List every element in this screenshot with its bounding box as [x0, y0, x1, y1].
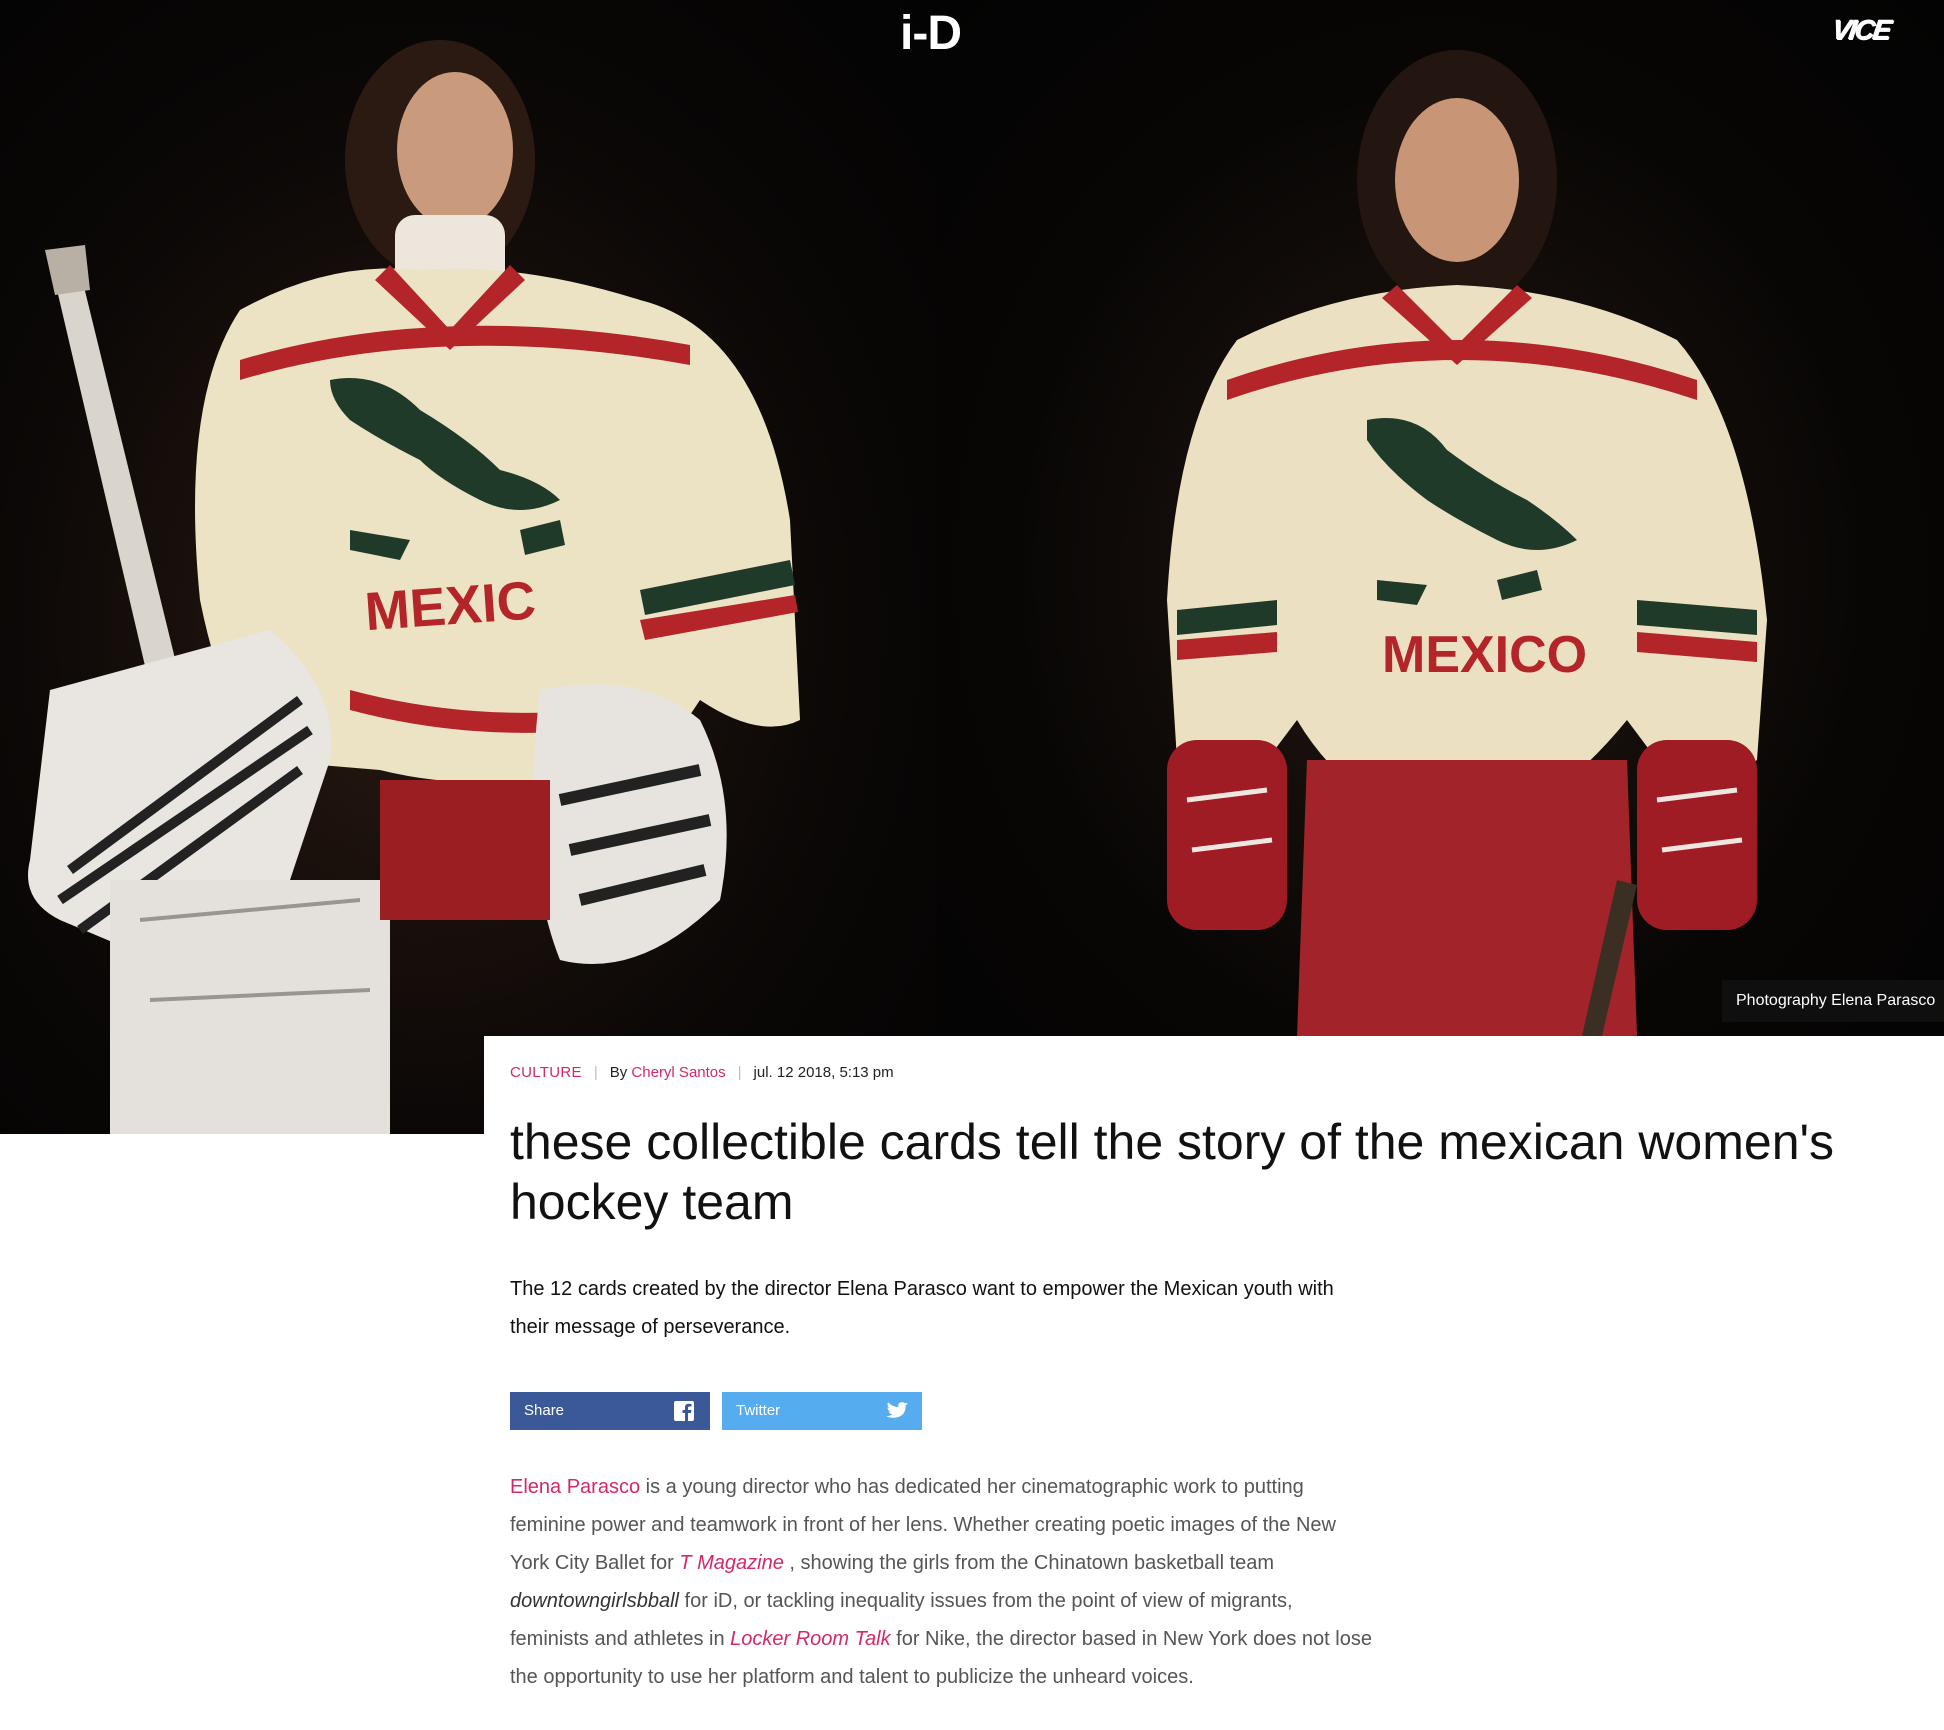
- article-dek: The 12 cards created by the director Ele…: [510, 1278, 1334, 1338]
- facebook-icon: [674, 1401, 694, 1421]
- category-link[interactable]: CULTURE: [510, 1064, 582, 1081]
- article-meta: CULTURE | By Cheryl Santos | jul. 12 2018, 5…: [510, 1064, 894, 1081]
- twitter-share-button[interactable]: Twitter: [722, 1392, 922, 1430]
- author-link[interactable]: Cheryl Santos: [631, 1064, 725, 1081]
- article-headline: these collectible cards tell the story o…: [510, 1114, 1835, 1230]
- downtowngirlsbball-text: downtowngirlsbball: [510, 1590, 679, 1612]
- meta-divider: |: [737, 1064, 742, 1081]
- twitter-icon: [886, 1402, 908, 1418]
- goalie-illustration: MEXIC: [28, 40, 800, 1134]
- hero-photo-skater: MEXICO: [937, 0, 1944, 1036]
- body-text-2: , showing the girls from the Chinatown b…: [783, 1552, 1275, 1574]
- jersey-text-left: MEXIC: [363, 570, 538, 642]
- locker-room-talk-link[interactable]: Locker Room Talk: [730, 1628, 890, 1650]
- facebook-share-label: Share: [524, 1402, 565, 1419]
- vice-logo[interactable]: VICE: [1830, 14, 1892, 46]
- photo-credit: Photography Elena Parasco: [1722, 980, 1944, 1022]
- id-logo[interactable]: i-D: [900, 6, 962, 61]
- jersey-text-right: MEXICO: [1382, 626, 1587, 684]
- t-magazine-link[interactable]: T Magazine: [679, 1552, 784, 1574]
- meta-divider: |: [593, 1064, 598, 1081]
- twitter-share-label: Twitter: [736, 1402, 781, 1419]
- article-panel: CULTURE | By Cheryl Santos | jul. 12 2018, 5…: [484, 1036, 1944, 1730]
- elena-parasco-link[interactable]: Elena Parasco: [510, 1476, 640, 1498]
- hero-photo-goalie: MEXIC: [0, 0, 937, 1134]
- publish-date: jul. 12 2018, 5:13 pm: [753, 1064, 894, 1081]
- hero-image: MEXIC MEXICO: [0, 0, 1944, 1134]
- facebook-share-button[interactable]: Share: [510, 1392, 710, 1430]
- article-body-paragraph: Elena Parasco is a young director who ha…: [510, 1468, 1372, 1696]
- by-label: By: [609, 1064, 628, 1081]
- skater-illustration: MEXICO: [1167, 50, 1767, 1036]
